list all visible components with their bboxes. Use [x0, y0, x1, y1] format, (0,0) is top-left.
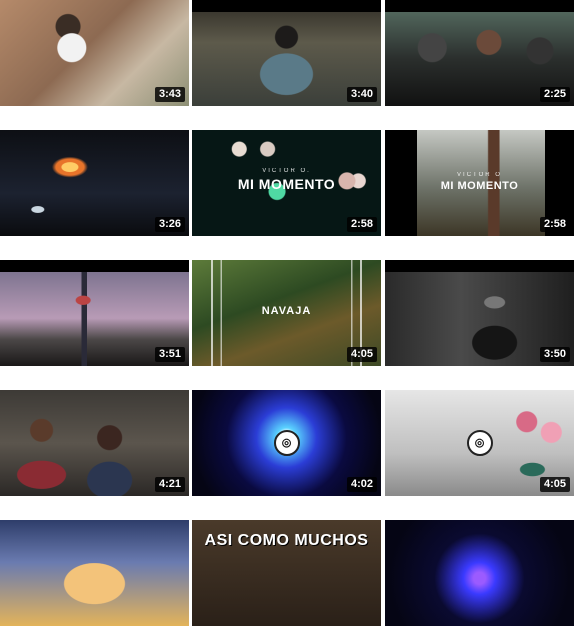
video-duration: 4:05 [539, 477, 570, 492]
video-thumbnail[interactable] [0, 520, 189, 626]
video-duration: 4:05 [346, 347, 377, 362]
video-title-overlay: MI MOMENTO [440, 180, 519, 192]
video-duration: 3:26 [154, 217, 185, 232]
video-thumbnail[interactable]: 3:43 [0, 0, 189, 106]
video-thumbnail[interactable]: VICTOR O MI MOMENTO 2:58 [385, 130, 574, 236]
video-thumbnail[interactable]: 3:50 [385, 260, 574, 366]
video-duration: 3:40 [346, 87, 377, 102]
video-duration: 4:02 [346, 477, 377, 492]
video-thumbnail[interactable]: 3:26 [0, 130, 189, 236]
video-duration: 3:50 [539, 347, 570, 362]
video-thumbnail[interactable]: ASI COMO MUCHOS [192, 520, 381, 626]
channel-logo-icon: ◎ [273, 430, 300, 456]
video-duration: 2:58 [539, 217, 570, 232]
video-grid: 3:43 3:40 2:25 3:26 VICTOR O. MI MOMENTO… [0, 0, 574, 626]
video-thumbnail[interactable]: 2:25 [385, 0, 574, 106]
video-thumbnail[interactable]: 3:51 [0, 260, 189, 366]
video-thumbnail[interactable] [385, 520, 574, 626]
video-title-overlay: ASI COMO MUCHOS [204, 532, 369, 549]
channel-logo-text: NAVAJA [261, 305, 312, 317]
video-duration: 2:58 [346, 217, 377, 232]
video-thumbnail[interactable]: VICTOR O. MI MOMENTO 2:58 [192, 130, 381, 236]
thumbnail-image [385, 520, 574, 626]
video-duration: 2:25 [539, 87, 570, 102]
video-credit: VICTOR O. [262, 168, 311, 174]
video-duration: 3:43 [154, 87, 185, 102]
video-duration: 4:21 [154, 477, 185, 492]
video-thumbnail[interactable]: NAVAJA 4:05 [192, 260, 381, 366]
video-thumbnail[interactable]: ◎ 4:02 [192, 390, 381, 496]
channel-logo-icon: ◎ [466, 430, 493, 456]
video-duration: 3:51 [154, 347, 185, 362]
video-thumbnail[interactable]: 4:21 [0, 390, 189, 496]
video-thumbnail[interactable]: ◎ 4:05 [385, 390, 574, 496]
video-title-overlay: MI MOMENTO [237, 176, 336, 192]
video-credit: VICTOR O [457, 172, 502, 178]
video-thumbnail[interactable]: 3:40 [192, 0, 381, 106]
